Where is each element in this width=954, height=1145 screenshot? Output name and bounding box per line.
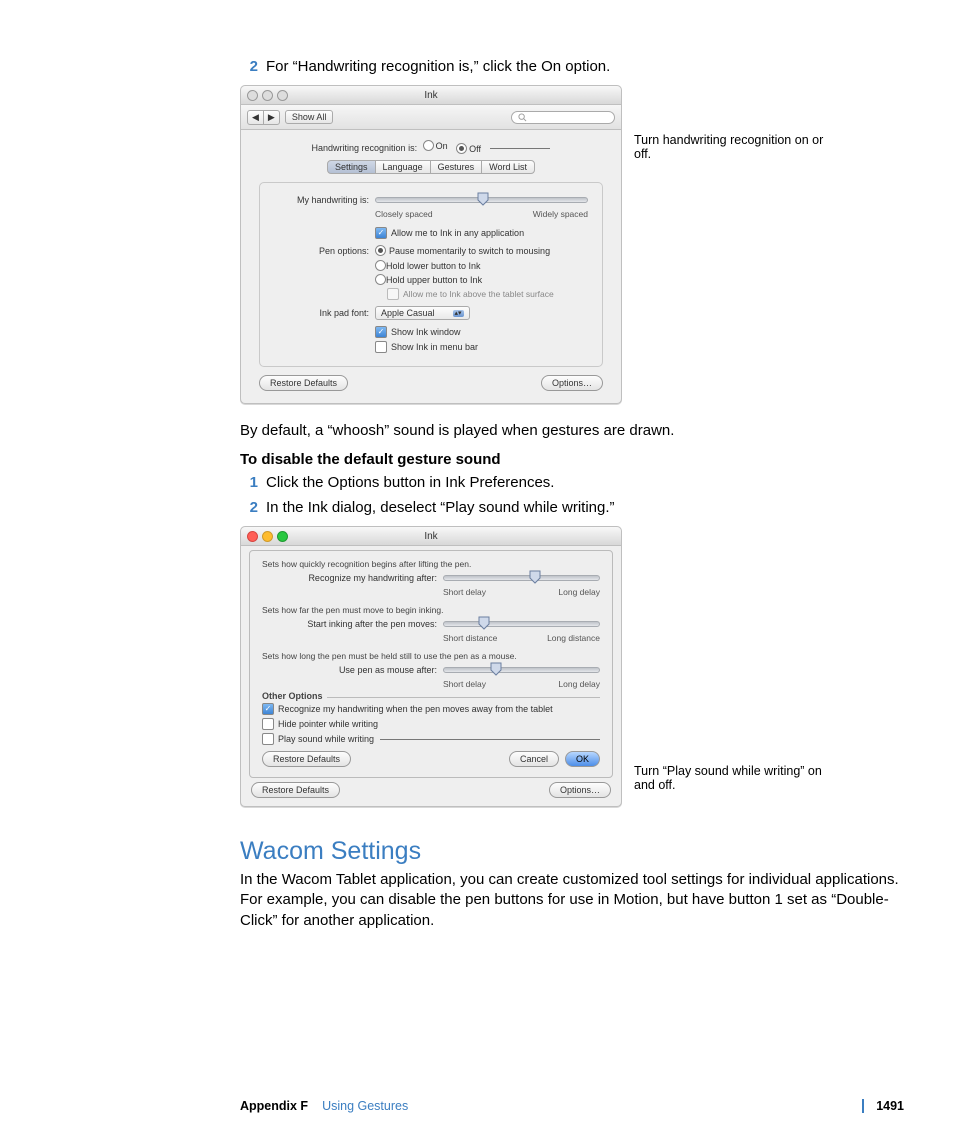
tab-wordlist[interactable]: Word List bbox=[481, 160, 535, 174]
chapter-label: Using Gestures bbox=[322, 1099, 408, 1113]
tab-settings[interactable]: Settings bbox=[327, 160, 376, 174]
subheading: To disable the default gesture sound bbox=[240, 451, 904, 468]
page-number: 1491 bbox=[862, 1099, 904, 1113]
pen-options-label: Pen options: bbox=[274, 246, 369, 256]
recognize-away-checkbox[interactable]: Recognize my handwriting when the pen mo… bbox=[262, 703, 600, 715]
step-text: For “Handwriting recognition is,” click … bbox=[266, 58, 904, 75]
step-text: In the Ink dialog, deselect “Play sound … bbox=[266, 499, 904, 516]
cancel-button[interactable]: Cancel bbox=[509, 751, 559, 767]
leader-line bbox=[490, 148, 550, 149]
appendix-label: Appendix F bbox=[240, 1099, 308, 1113]
slider-min-label: Closely spaced bbox=[375, 209, 433, 219]
search-input[interactable] bbox=[511, 111, 615, 124]
step-number: 2 bbox=[240, 499, 258, 516]
window-title: Ink bbox=[241, 90, 621, 101]
search-icon bbox=[518, 113, 527, 122]
options-button[interactable]: Options… bbox=[541, 375, 603, 391]
step-item: 1 Click the Options button in Ink Prefer… bbox=[240, 474, 904, 491]
show-all-button[interactable]: Show All bbox=[285, 110, 334, 124]
tab-gestures[interactable]: Gestures bbox=[430, 160, 483, 174]
font-label: Ink pad font: bbox=[274, 308, 369, 318]
body-paragraph: By default, a “whoosh” sound is played w… bbox=[240, 422, 904, 439]
desc-1: Sets how quickly recognition begins afte… bbox=[262, 559, 600, 569]
play-sound-checkbox[interactable]: Play sound while writing bbox=[262, 733, 600, 745]
leader-line bbox=[380, 739, 600, 740]
ink-above-surface-checkbox: Allow me to Ink above the tablet surface bbox=[387, 288, 588, 300]
back-button[interactable]: ◀ bbox=[247, 110, 264, 125]
hide-pointer-checkbox[interactable]: Hide pointer while writing bbox=[262, 718, 600, 730]
recognition-row: Handwriting recognition is: On Off bbox=[259, 140, 603, 154]
options-button-under[interactable]: Options… bbox=[549, 782, 611, 798]
settings-panel: My handwriting is: Closely spaced Widely… bbox=[259, 182, 603, 367]
show-menubar-checkbox[interactable]: Show Ink in menu bar bbox=[375, 341, 588, 353]
section-paragraph: In the Wacom Tablet application, you can… bbox=[240, 870, 904, 931]
recognition-label: Handwriting recognition is: bbox=[312, 143, 418, 153]
titlebar: Ink bbox=[241, 86, 621, 105]
annotation-1: Turn handwriting recognition on or off. bbox=[634, 133, 834, 161]
tab-bar: Settings Language Gestures Word List bbox=[259, 160, 603, 174]
step-number: 1 bbox=[240, 474, 258, 491]
restore-defaults-button[interactable]: Restore Defaults bbox=[259, 375, 348, 391]
section-heading: Wacom Settings bbox=[240, 837, 904, 866]
ink-options-dialog: Ink Sets how quickly recognition begins … bbox=[240, 526, 622, 807]
step-text: Click the Options button in Ink Preferen… bbox=[266, 474, 904, 491]
desc-2: Sets how far the pen must move to begin … bbox=[262, 605, 600, 615]
restore-defaults-button-under[interactable]: Restore Defaults bbox=[251, 782, 340, 798]
toolbar: ◀ ▶ Show All bbox=[241, 105, 621, 130]
start-inking-label: Start inking after the pen moves: bbox=[262, 619, 437, 629]
step-item: 2 In the Ink dialog, deselect “Play soun… bbox=[240, 499, 904, 516]
handwriting-slider[interactable] bbox=[375, 193, 588, 207]
other-options-group: Other Options bbox=[262, 697, 600, 698]
allow-any-checkbox[interactable]: Allow me to Ink in any application bbox=[375, 227, 588, 239]
slider-max-label: Widely spaced bbox=[533, 209, 588, 219]
desc-3: Sets how long the pen must be held still… bbox=[262, 651, 600, 661]
font-dropdown[interactable]: Apple Casual▴▾ bbox=[375, 306, 470, 320]
show-ink-window-checkbox[interactable]: Show Ink window bbox=[375, 326, 588, 338]
mouse-after-slider[interactable] bbox=[443, 663, 600, 677]
off-radio[interactable]: Off bbox=[456, 143, 481, 154]
recognize-after-slider[interactable] bbox=[443, 571, 600, 585]
forward-button[interactable]: ▶ bbox=[263, 110, 280, 125]
annotation-2: Turn “Play sound while writing” on and o… bbox=[634, 764, 834, 792]
options-sheet: Sets how quickly recognition begins afte… bbox=[249, 550, 613, 778]
ink-preferences-window: Ink ◀ ▶ Show All Handwriting recognition… bbox=[240, 85, 622, 404]
tab-language[interactable]: Language bbox=[375, 160, 431, 174]
mouse-after-label: Use pen as mouse after: bbox=[262, 665, 437, 675]
pen-option-1[interactable]: Pause momentarily to switch to mousing bbox=[375, 245, 550, 256]
pen-option-3[interactable]: Hold upper button to Ink bbox=[375, 274, 588, 285]
step-number: 2 bbox=[240, 58, 258, 75]
recognize-after-label: Recognize my handwriting after: bbox=[262, 573, 437, 583]
titlebar: Ink bbox=[241, 527, 621, 546]
handwriting-label: My handwriting is: bbox=[274, 195, 369, 205]
start-inking-slider[interactable] bbox=[443, 617, 600, 631]
step-item: 2 For “Handwriting recognition is,” clic… bbox=[240, 58, 904, 75]
restore-defaults-button[interactable]: Restore Defaults bbox=[262, 751, 351, 767]
window-title: Ink bbox=[241, 531, 621, 542]
ok-button[interactable]: OK bbox=[565, 751, 600, 767]
pen-option-2[interactable]: Hold lower button to Ink bbox=[375, 260, 588, 271]
page-footer: Appendix F Using Gestures 1491 bbox=[240, 1099, 904, 1113]
on-radio[interactable]: On bbox=[423, 140, 448, 151]
